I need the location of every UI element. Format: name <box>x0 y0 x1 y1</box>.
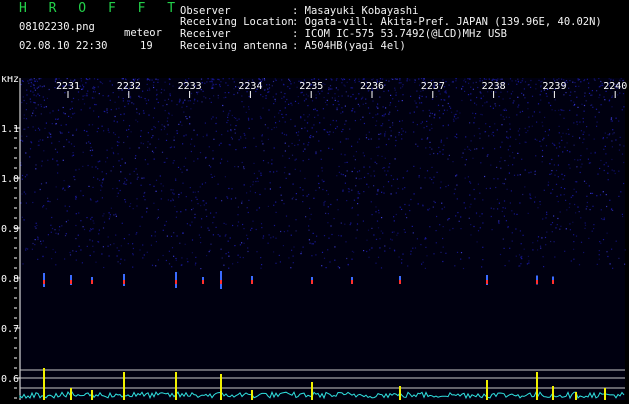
time-tick-label: 2235 <box>299 81 323 92</box>
time-tick-label: 2239 <box>542 81 566 92</box>
time-tick-label: 2237 <box>421 81 445 92</box>
y-unit-label: kHz <box>1 76 19 85</box>
time-tick-label: 2231 <box>56 81 80 92</box>
time-tick-label: 2234 <box>238 81 262 92</box>
y-tick-label: 1.0 <box>1 174 19 185</box>
meteor-echo-core <box>552 280 554 284</box>
receiver-value: : ICOM IC-575 53.7492(@LCD)MHz USB <box>292 28 507 40</box>
meteor-label: meteor <box>124 27 162 39</box>
meteor-echo-core <box>220 280 222 284</box>
location-value: : Ogata-vill. Akita-Pref. JAPAN (139.96E… <box>292 16 602 28</box>
meteor-echo-core <box>399 280 401 284</box>
meteor-echo-core <box>311 280 313 284</box>
time-tick-label: 2238 <box>482 81 506 92</box>
meteor-echo-core <box>91 280 93 284</box>
meteor-echo-core <box>351 280 353 284</box>
datetime-label: 02.08.10 22:30 <box>19 40 108 52</box>
time-tick-label: 2240 <box>603 81 627 92</box>
spectrogram: kHz 1.1 1.0 0.9 0.8 0.7 0.6 2231 2232 2233 2234 223… <box>1 74 627 400</box>
antenna-value: : A504HB(yagi 4el) <box>292 40 406 52</box>
meteor-echo-core <box>536 280 538 284</box>
y-tick-label: 0.7 <box>1 324 19 335</box>
meteor-echo-core <box>123 280 125 284</box>
y-tick-label: 0.8 <box>1 274 19 285</box>
meteor-echo-core <box>43 280 45 284</box>
meteor-echo-core <box>70 280 72 284</box>
spectrogram-panel: kHz 1.1 1.0 0.9 0.8 0.7 0.6 2231 2232 2233 2234 223… <box>0 74 629 400</box>
time-tick-label: 2236 <box>360 81 384 92</box>
meteor-echo-core <box>486 280 488 284</box>
brand-title: H R O F F T <box>19 1 183 16</box>
plot-background <box>20 78 625 400</box>
meteor-echo-core <box>175 280 177 284</box>
meteor-echo-core <box>251 280 253 284</box>
filename-label: 08102230.png <box>19 21 95 33</box>
meteor-count: 19 <box>140 40 153 52</box>
receiver-label: Receiver <box>180 28 231 40</box>
location-label: Receiving Location <box>180 16 294 28</box>
antenna-label: Receiving antenna <box>180 40 288 52</box>
y-tick-label: 1.1 <box>1 124 19 135</box>
time-tick-label: 2232 <box>117 81 141 92</box>
time-tick-label: 2233 <box>178 81 202 92</box>
y-tick-label: 0.9 <box>1 224 19 235</box>
meteor-echo-core <box>202 280 204 284</box>
y-tick-label: 0.6 <box>1 374 19 385</box>
